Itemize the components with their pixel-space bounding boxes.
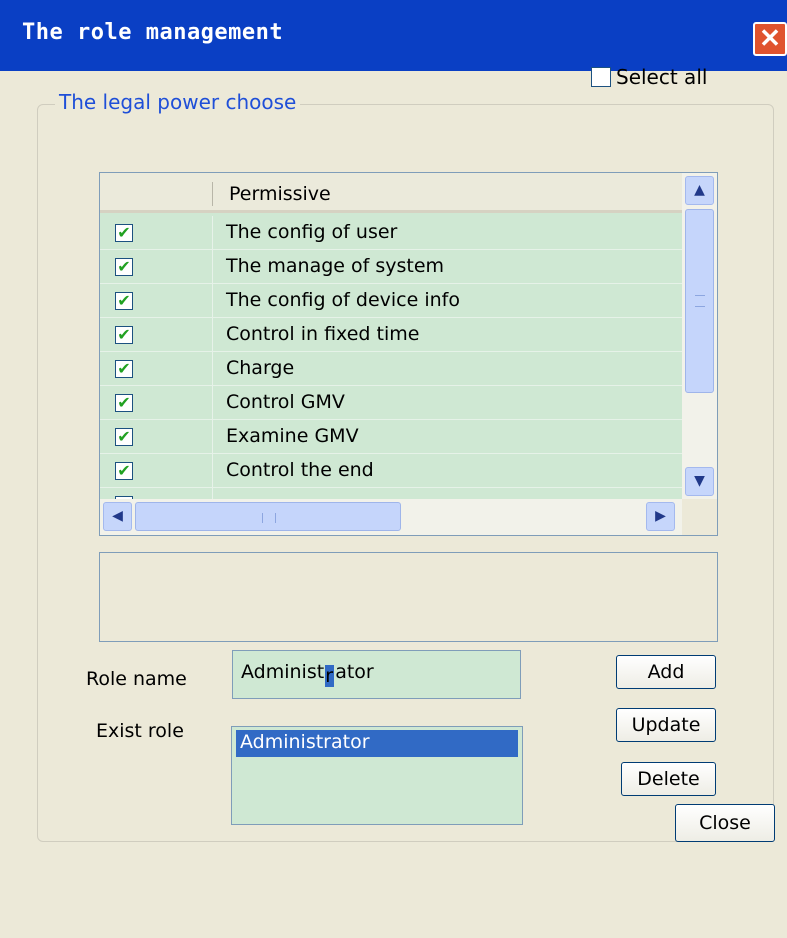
row-column-split (212, 216, 213, 249)
title-bar[interactable]: The role management ✕ (0, 0, 787, 71)
permission-row[interactable]: ✔ The config of device info (100, 284, 682, 318)
permission-checkbox[interactable]: ✔ (115, 224, 133, 242)
permission-checkbox[interactable]: ✔ (115, 428, 133, 446)
role-name-text-after: ator (335, 661, 374, 683)
permission-label: Control GMV (226, 391, 345, 413)
permission-label: Examine GMV (226, 425, 359, 447)
scroll-up-icon[interactable]: ▲ (685, 176, 714, 205)
window-title: The role management (22, 20, 284, 45)
scroll-right-icon[interactable]: ▶ (646, 502, 675, 531)
row-column-split (212, 318, 213, 351)
horizontal-scrollbar[interactable]: ◀ ▶ (100, 499, 682, 535)
row-column-split (212, 352, 213, 385)
row-column-split (212, 284, 213, 317)
scroll-left-icon[interactable]: ◀ (103, 502, 132, 531)
close-window-icon[interactable]: ✕ (753, 22, 787, 56)
role-management-dialog: The role management ✕ The legal power ch… (0, 0, 787, 938)
row-column-split (212, 420, 213, 453)
exist-role-label: Exist role (96, 720, 184, 742)
permission-row[interactable]: ✔ Examine GMV (100, 420, 682, 454)
permission-label: Control the end (226, 459, 374, 481)
role-name-label: Role name (86, 668, 187, 690)
role-name-text-before: Administ (241, 661, 325, 683)
text-selection: r (325, 665, 335, 687)
groupbox-legend: The legal power choose (55, 90, 301, 114)
permission-checkbox[interactable]: ✔ (115, 394, 133, 412)
permission-label: The manage of system (226, 255, 445, 277)
permissive-column-header[interactable]: Permissive (229, 183, 331, 205)
scroll-down-icon[interactable]: ▼ (685, 467, 714, 496)
permission-list-header: Permissive (100, 173, 682, 213)
select-all-checkbox[interactable]: Select all (591, 65, 707, 89)
row-column-split (212, 386, 213, 419)
vertical-scrollbar[interactable]: ▲ ▼ (682, 173, 717, 499)
role-name-input[interactable]: Administr ator (232, 650, 521, 699)
close-button[interactable]: Close (675, 804, 775, 842)
row-column-split (212, 454, 213, 487)
permission-list[interactable]: Permissive ✔ The config of user ✔ The ma… (99, 172, 718, 536)
horizontal-scroll-thumb[interactable] (135, 502, 401, 531)
permission-checkbox[interactable]: ✔ (115, 292, 133, 310)
thumb-grip-icon (262, 513, 276, 523)
scroll-corner (682, 499, 717, 535)
row-column-split (212, 250, 213, 283)
permission-label: Control in fixed time (226, 323, 420, 345)
update-button[interactable]: Update (616, 708, 716, 742)
description-box (99, 552, 718, 642)
select-all-label: Select all (616, 65, 708, 89)
permission-row[interactable]: ✔ The manage of system (100, 250, 682, 284)
permission-checkbox[interactable]: ✔ (115, 258, 133, 276)
permission-label: The config of device info (226, 289, 460, 311)
permission-row[interactable]: ✔ Charge (100, 352, 682, 386)
header-column-separator[interactable] (212, 182, 213, 206)
permission-checkbox[interactable]: ✔ (115, 360, 133, 378)
exist-role-list[interactable]: Administrator (231, 726, 523, 825)
add-button[interactable]: Add (616, 655, 716, 689)
permission-checkbox[interactable]: ✔ (115, 462, 133, 480)
permission-label: The config of user (226, 221, 398, 243)
vertical-scroll-thumb[interactable] (685, 209, 714, 393)
permission-row[interactable]: ✔ Control in fixed time (100, 318, 682, 352)
permission-row[interactable]: ✔ Control the end (100, 454, 682, 488)
permission-row[interactable]: ✔ Control GMV (100, 386, 682, 420)
select-all-box[interactable] (591, 67, 611, 87)
permission-label: Charge (226, 357, 295, 379)
permission-checkbox[interactable]: ✔ (115, 326, 133, 344)
permission-rows: ✔ The config of user ✔ The manage of sys… (100, 216, 682, 522)
delete-button[interactable]: Delete (621, 762, 716, 796)
permission-row[interactable]: ✔ The config of user (100, 216, 682, 250)
exist-role-item[interactable]: Administrator (236, 730, 518, 757)
thumb-grip-icon (695, 295, 705, 307)
dialog-body: The legal power choose Select all Permis… (0, 65, 787, 938)
